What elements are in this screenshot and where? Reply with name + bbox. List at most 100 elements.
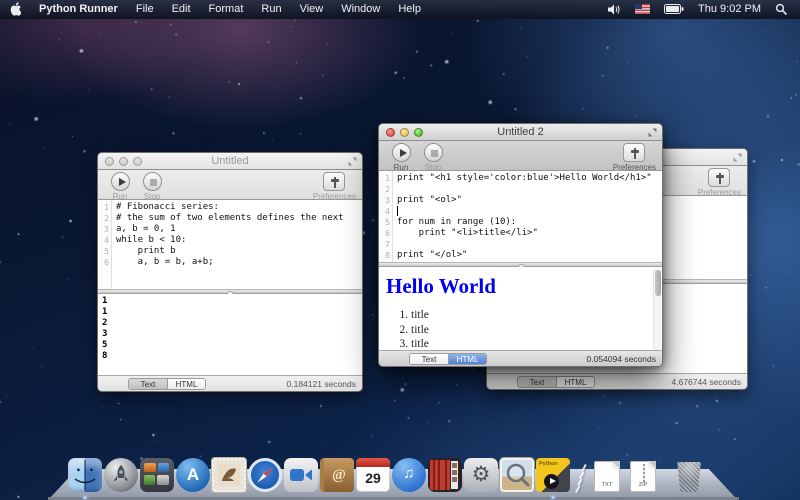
- html-tab[interactable]: HTML: [448, 354, 486, 364]
- menu-file[interactable]: File: [127, 0, 163, 19]
- line-number-gutter: 1 2 3 4 5 6 7 8: [379, 171, 393, 262]
- zip-label: ZIP: [631, 482, 655, 488]
- folded-corner: [648, 461, 656, 469]
- dock-zip-archive-icon[interactable]: ZIP: [626, 458, 660, 492]
- dock-finder-icon[interactable]: [68, 458, 102, 492]
- dock-app-store-icon[interactable]: A: [176, 458, 210, 492]
- text-tab[interactable]: Text: [410, 354, 448, 364]
- preferences-slider-icon: [323, 172, 345, 191]
- preferences-button[interactable]: Preferences: [313, 172, 356, 201]
- play-badge-icon: [544, 474, 559, 489]
- itunes-note-glyph: ♫: [403, 465, 414, 482]
- curtain-right: [442, 460, 450, 490]
- text-tab[interactable]: Text: [518, 377, 556, 387]
- text-tab[interactable]: Text: [129, 379, 167, 389]
- trash-basket: [676, 462, 703, 492]
- dock-preview-icon[interactable]: [500, 458, 534, 492]
- dock-mission-control-icon[interactable]: [140, 458, 174, 492]
- fullscreen-icon[interactable]: [348, 157, 357, 166]
- volume-icon[interactable]: [603, 0, 626, 19]
- window-footer: Text HTML 0.054094 seconds: [379, 350, 662, 366]
- window-untitled: Untitled Run Stop Preferences 1 2 3 4: [97, 152, 363, 392]
- python-runner-label: Python: [539, 461, 558, 467]
- list-item: title: [411, 324, 662, 336]
- html-tab[interactable]: HTML: [167, 379, 205, 389]
- output-pane: Hello World title title title title titl…: [379, 267, 662, 351]
- html-output-heading: Hello World: [379, 267, 662, 299]
- output-mode-segmented-control: Text HTML: [128, 378, 206, 390]
- window-title: Untitled: [98, 155, 362, 167]
- preferences-button[interactable]: Preferences: [698, 168, 741, 197]
- menu-view[interactable]: View: [291, 0, 333, 19]
- scrollbar-thumb[interactable]: [655, 270, 661, 296]
- elapsed-time: 4.676744 seconds: [672, 377, 741, 387]
- txt-label: TXT: [595, 482, 619, 488]
- menu-format[interactable]: Format: [200, 0, 253, 19]
- dock-photo-booth-icon[interactable]: [428, 458, 462, 492]
- text-caret: [397, 206, 398, 216]
- window-title: Untitled 2: [379, 126, 662, 138]
- dock-ical-icon[interactable]: 29: [356, 458, 390, 492]
- input-source-us-flag-icon[interactable]: [630, 0, 655, 19]
- apple-logo-icon: [9, 2, 21, 16]
- output-mode-segmented-control: Text HTML: [409, 353, 487, 365]
- dock-address-book-icon[interactable]: @: [320, 458, 354, 492]
- list-item: title: [411, 338, 662, 350]
- code-text[interactable]: # Fibonacci series: # the sum of two ele…: [112, 200, 362, 289]
- window-footer: Text HTML 4.676744 seconds: [487, 373, 747, 389]
- menu-run[interactable]: Run: [252, 0, 290, 19]
- spotlight-icon[interactable]: [770, 0, 792, 19]
- dock-system-preferences-icon[interactable]: ⚙: [464, 458, 498, 492]
- dock-facetime-icon[interactable]: [284, 458, 318, 492]
- toolbar: Run Stop Preferences: [98, 170, 362, 200]
- dock-launchpad-icon[interactable]: [104, 458, 138, 492]
- preferences-button[interactable]: Preferences: [613, 143, 656, 172]
- run-button[interactable]: Run: [387, 143, 415, 172]
- code-editor[interactable]: 1 2 3 4 5 6 7 8 print "<h1 style='color:…: [379, 171, 662, 262]
- html-tab[interactable]: HTML: [556, 377, 594, 387]
- dock-txt-document-icon[interactable]: TXT: [590, 458, 624, 492]
- line-number-gutter: 1 2 3 4 5 6: [98, 200, 112, 289]
- desktop: Python Runner File Edit Format Run View …: [0, 0, 800, 500]
- output-pane: 1 1 2 3 5 8: [98, 294, 362, 377]
- code-text[interactable]: print "<h1 style='color:blue'>Hello Worl…: [393, 171, 662, 262]
- title-bar[interactable]: Untitled: [98, 153, 362, 170]
- stop-button[interactable]: Stop: [419, 143, 447, 172]
- elapsed-time: 0.184121 seconds: [287, 379, 356, 389]
- dock-items: A: [68, 458, 706, 492]
- ical-header: [356, 458, 390, 467]
- menu-help[interactable]: Help: [389, 0, 430, 19]
- code-editor[interactable]: 1 2 3 4 5 6 # Fibonacci series: # the su…: [98, 200, 362, 289]
- output-mode-segmented-control: Text HTML: [517, 376, 595, 388]
- apple-menu[interactable]: [0, 2, 30, 16]
- menu-bar-status-area: Thu 9:02 PM: [603, 0, 800, 19]
- dock-python-runner-icon[interactable]: Python: [536, 458, 570, 492]
- vertical-scrollbar[interactable]: [653, 268, 661, 350]
- stop-button[interactable]: Stop: [138, 172, 166, 201]
- title-bar[interactable]: Untitled 2: [379, 124, 662, 141]
- fullscreen-icon[interactable]: [648, 128, 657, 137]
- window-footer: Text HTML 0.184121 seconds: [98, 375, 362, 391]
- preferences-slider-icon: [623, 143, 645, 162]
- dock-trash-icon[interactable]: [672, 458, 706, 492]
- elapsed-time: 0.054094 seconds: [587, 354, 656, 364]
- dock: A: [0, 438, 800, 500]
- run-button[interactable]: Run: [106, 172, 134, 201]
- menu-window[interactable]: Window: [332, 0, 389, 19]
- battery-icon[interactable]: [659, 0, 689, 19]
- list-item: title: [411, 309, 662, 321]
- toolbar: Run Stop Preferences: [379, 141, 662, 171]
- dock-safari-icon[interactable]: [248, 458, 282, 492]
- preferences-slider-icon: [708, 168, 730, 187]
- menu-bar-clock[interactable]: Thu 9:02 PM: [693, 0, 766, 19]
- fullscreen-icon[interactable]: [733, 153, 742, 162]
- app-store-letter: A: [187, 465, 199, 484]
- menu-app-name[interactable]: Python Runner: [30, 0, 127, 19]
- photo-strip: [451, 461, 458, 489]
- dock-itunes-icon[interactable]: ♫: [392, 458, 426, 492]
- menu-bar: Python Runner File Edit Format Run View …: [0, 0, 800, 19]
- menu-edit[interactable]: Edit: [163, 0, 200, 19]
- dock-mail-icon[interactable]: [212, 458, 246, 492]
- text-output: 1 1 2 3 5 8: [98, 294, 362, 362]
- folded-corner: [612, 461, 620, 469]
